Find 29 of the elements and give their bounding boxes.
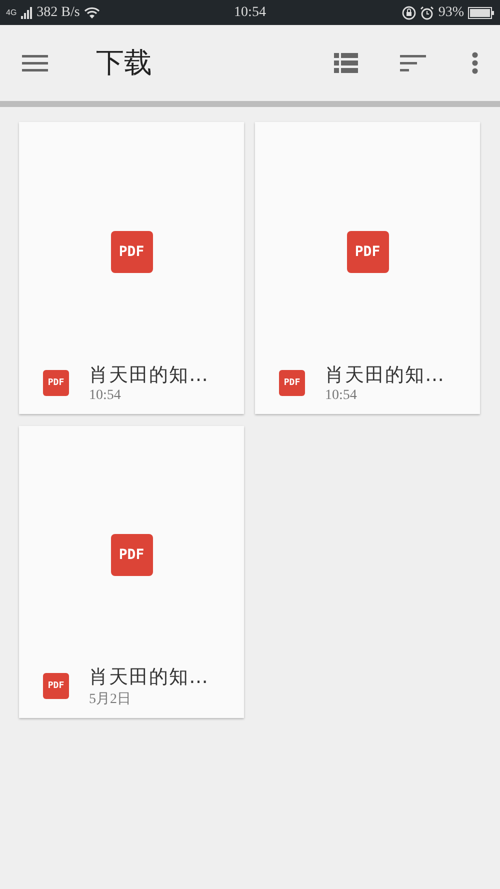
rotation-lock-icon [402,6,416,20]
pdf-icon: PDF [346,231,388,273]
network-type: 4G [6,8,17,17]
file-date: 10:54 [89,388,122,404]
file-name: 肖天田的知… [89,363,209,388]
menu-icon [22,53,48,73]
pdf-icon: PDF [43,673,69,699]
network-speed: 382 B/s [36,4,80,20]
file-date: 10:54 [325,388,358,404]
clock: 10:54 [234,4,266,20]
file-name: 肖天田的知… [325,363,445,388]
battery-icon [468,6,494,18]
wifi-icon [84,6,100,18]
pdf-icon: PDF [43,370,69,396]
pdf-icon: PDF [279,370,305,396]
sort-icon [400,54,426,72]
pdf-icon: PDF [110,534,152,576]
file-card[interactable]: PDF PDF 肖天田的知… 10:54 [255,122,480,414]
file-name: 肖天田的知… [89,665,209,690]
pdf-icon: PDF [110,231,152,273]
file-date: 5月2日 [89,691,132,708]
alarm-icon [420,6,434,20]
file-card[interactable]: PDF PDF 肖天田的知… 5月2日 [19,426,244,718]
more-icon [472,52,478,74]
battery-level: 93% [438,4,464,20]
file-card[interactable]: PDF PDF 肖天田的知… 10:54 [19,122,244,414]
page-title: 下载 [96,45,152,81]
signal-icon [20,6,33,18]
list-view-icon [334,53,358,73]
